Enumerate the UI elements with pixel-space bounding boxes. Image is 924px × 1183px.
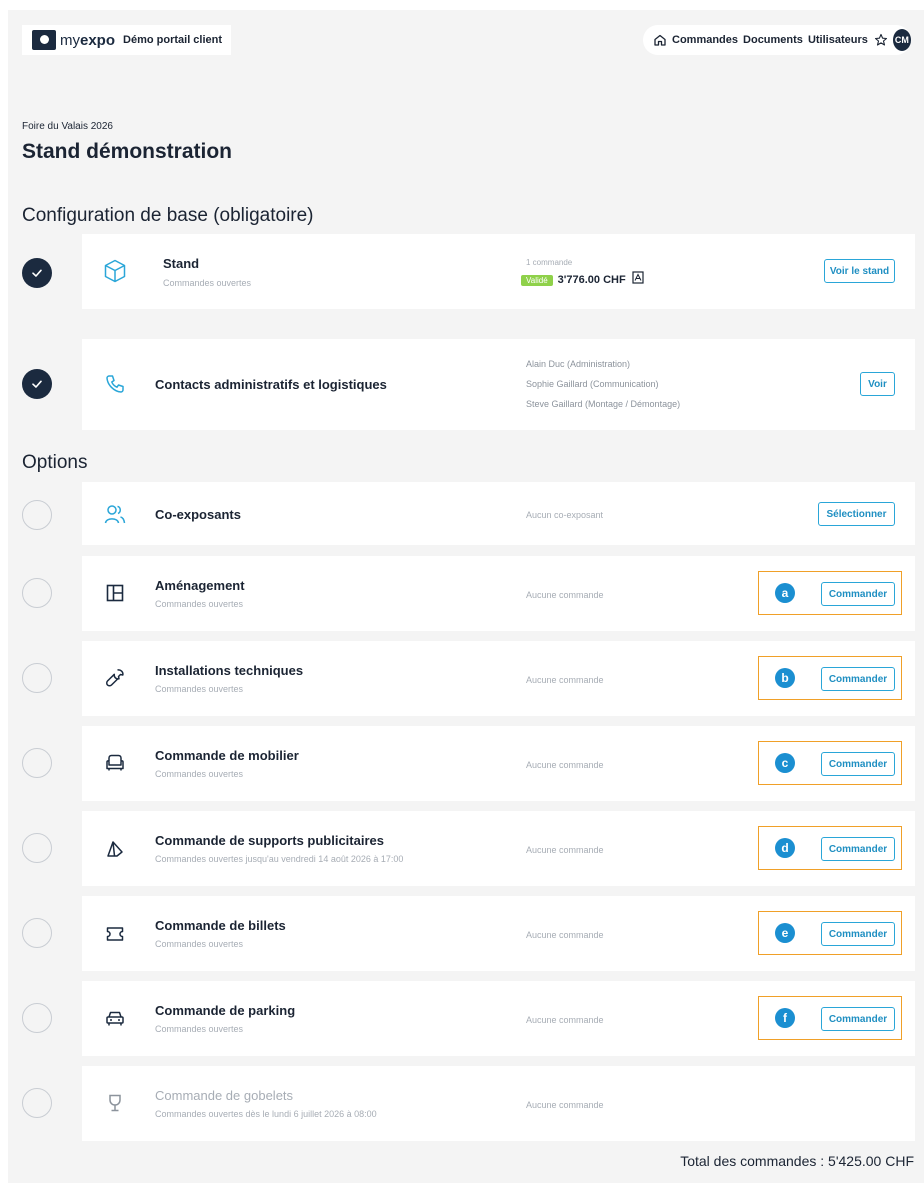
card-coexposants: Co-exposants Aucun co-exposant Sélection…: [82, 482, 915, 545]
marker-a: a: [775, 583, 795, 603]
contact-line-2: Sophie Gaillard (Communication): [526, 379, 659, 389]
highlight-amenagement: a Commander: [758, 571, 902, 615]
order-installations-button[interactable]: Commander: [821, 667, 895, 691]
highlight-supports: d Commander: [758, 826, 902, 870]
contact-line-1: Alain Duc (Administration): [526, 359, 631, 369]
stand-subtitle: Commandes ouvertes: [163, 278, 252, 288]
marker-c: c: [775, 753, 795, 773]
status-circle-amenagement: [22, 578, 52, 608]
marker-d: d: [775, 838, 795, 858]
installations-subtitle: Commandes ouvertes: [155, 684, 244, 694]
section-title-options: Options: [22, 452, 88, 473]
marker-b: b: [775, 668, 795, 688]
brand-bar: my expo Démo portail client: [22, 25, 232, 55]
check-icon: [32, 269, 42, 277]
parking-title: Commande de parking: [155, 1003, 296, 1018]
billets-subtitle: Commandes ouvertes: [155, 939, 244, 949]
status-circle-installations: [22, 663, 52, 693]
status-circle-mobilier: [22, 748, 52, 778]
coexposants-status: Aucun co-exposant: [526, 510, 604, 520]
cube-icon: [102, 258, 128, 284]
nav-documents[interactable]: Documents: [743, 34, 803, 46]
pdf-icon[interactable]: [632, 271, 644, 289]
status-circle-gobelets: [22, 1088, 52, 1118]
order-supports-button[interactable]: Commander: [821, 837, 895, 861]
layout-icon: [102, 580, 128, 606]
gobelets-status: Aucune commande: [526, 1100, 604, 1110]
home-icon[interactable]: [653, 33, 667, 47]
myexpo-logo[interactable]: my expo: [32, 30, 115, 50]
stand-order-summary: Validé 3'776.00 CHF: [521, 271, 644, 289]
nav-commandes[interactable]: Commandes: [672, 34, 738, 46]
amenagement-subtitle: Commandes ouvertes: [155, 599, 244, 609]
billets-title: Commande de billets: [155, 918, 286, 933]
mobilier-title: Commande de mobilier: [155, 748, 299, 763]
status-circle-parking: [22, 1003, 52, 1033]
cup-icon: [102, 1090, 128, 1116]
billets-status: Aucune commande: [526, 930, 604, 940]
order-mobilier-button[interactable]: Commander: [821, 752, 895, 776]
stand-amount: 3'776.00 CHF: [557, 274, 626, 286]
logo-text-my: my: [60, 31, 80, 49]
marker-e: e: [775, 923, 795, 943]
gobelets-subtitle: Commandes ouvertes dès le lundi 6 juille…: [155, 1109, 377, 1119]
status-check-contacts: [22, 369, 52, 399]
card-stand: Stand Commandes ouvertes 1 commande Vali…: [82, 234, 915, 309]
card-gobelets: Commande de gobelets Commandes ouvertes …: [82, 1066, 915, 1141]
event-name: Foire du Valais 2026: [22, 121, 113, 132]
supports-title: Commande de supports publicitaires: [155, 833, 384, 848]
status-check-stand: [22, 258, 52, 288]
parking-status: Aucune commande: [526, 1015, 604, 1025]
supports-status: Aucune commande: [526, 845, 604, 855]
status-circle-supports: [22, 833, 52, 863]
view-stand-button[interactable]: Voir le stand: [824, 259, 895, 283]
flag-icon: [102, 836, 128, 862]
marker-f: f: [775, 1008, 795, 1028]
avatar[interactable]: CM: [892, 29, 911, 51]
select-coexposants-button[interactable]: Sélectionner: [818, 502, 895, 526]
highlight-billets: e Commander: [758, 911, 902, 955]
phone-icon: [102, 371, 128, 397]
gobelets-title: Commande de gobelets: [155, 1088, 294, 1103]
mobilier-subtitle: Commandes ouvertes: [155, 769, 244, 779]
order-billets-button[interactable]: Commander: [821, 922, 895, 946]
highlight-parking: f Commander: [758, 996, 902, 1040]
users-icon: [102, 501, 128, 527]
stand-title: Stand: [163, 256, 200, 271]
wrench-icon: [102, 665, 128, 691]
order-amenagement-button[interactable]: Commander: [821, 582, 895, 606]
stand-orders-count: 1 commande: [526, 258, 573, 267]
status-circle-billets: [22, 918, 52, 948]
card-contacts: Contacts administratifs et logistiques A…: [82, 339, 915, 430]
parking-subtitle: Commandes ouvertes: [155, 1024, 244, 1034]
highlight-mobilier: c Commander: [758, 741, 902, 785]
page-title: Stand démonstration: [22, 140, 233, 163]
top-navigation: Commandes Documents Utilisateurs CM: [643, 25, 911, 55]
coexposants-title: Co-exposants: [155, 507, 241, 522]
installations-title: Installations techniques: [155, 663, 304, 678]
view-contacts-button[interactable]: Voir: [860, 372, 895, 396]
orders-total: Total des commandes : 5'425.00 CHF: [680, 1153, 914, 1169]
ticket-icon: [102, 921, 128, 947]
supports-subtitle: Commandes ouvertes jusqu'au vendredi 14 …: [155, 854, 404, 864]
portal-label: Démo portail client: [123, 34, 223, 46]
logo-text-expo: expo: [80, 31, 116, 49]
nav-utilisateurs[interactable]: Utilisateurs: [808, 34, 868, 46]
status-badge: Validé: [521, 274, 553, 286]
contact-line-3: Steve Gaillard (Montage / Démontage): [526, 399, 681, 409]
armchair-icon: [102, 750, 128, 776]
section-title-base: Configuration de base (obligatoire): [22, 205, 314, 226]
contacts-title: Contacts administratifs et logistiques: [155, 377, 387, 392]
car-icon: [102, 1005, 128, 1031]
mobilier-status: Aucune commande: [526, 760, 604, 770]
amenagement-title: Aménagement: [155, 578, 245, 593]
amenagement-status: Aucune commande: [526, 590, 604, 600]
star-icon[interactable]: [874, 33, 888, 47]
status-circle-coexposants: [22, 500, 52, 530]
highlight-installations: b Commander: [758, 656, 902, 700]
order-parking-button[interactable]: Commander: [821, 1007, 895, 1031]
check-icon: [32, 380, 42, 388]
logo-mark-icon: [32, 30, 56, 50]
installations-status: Aucune commande: [526, 675, 604, 685]
